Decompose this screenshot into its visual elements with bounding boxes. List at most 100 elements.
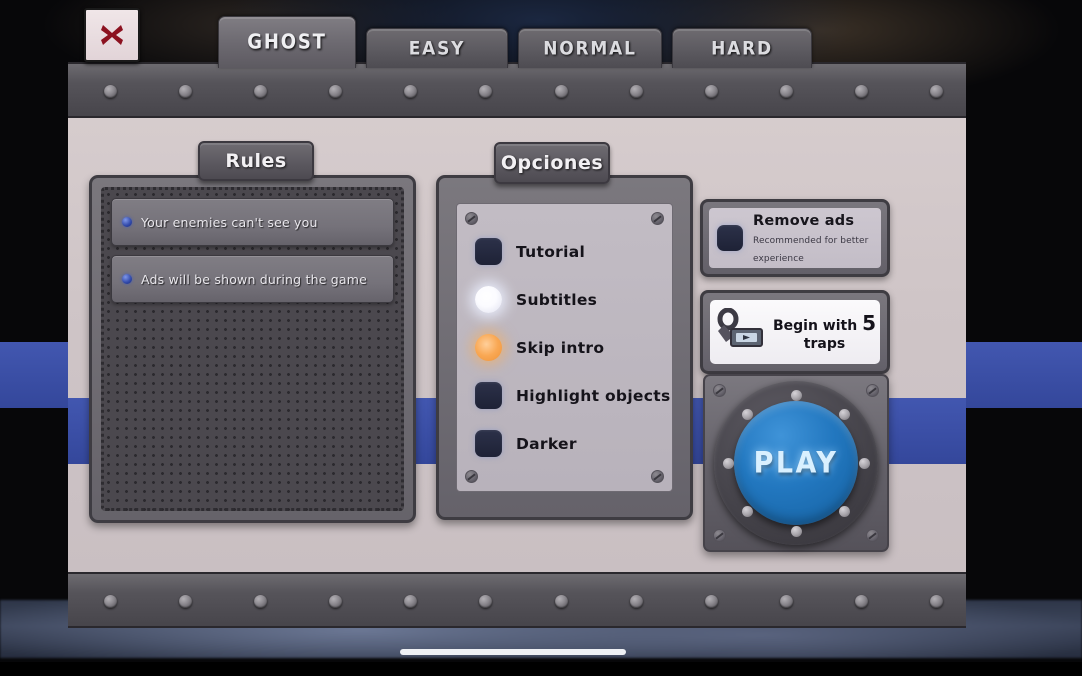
rules-mesh-background: Your enemies can't see you Ads will be s… [101,187,404,511]
play-button-label: PLAY [753,446,839,480]
tab-hard[interactable]: HARD [672,28,812,68]
option-row-skip-intro[interactable]: Skip intro [475,334,672,361]
options-inner-plate: Tutorial Subtitles Skip intro Highlight … [456,203,673,492]
rivet-icon [742,505,754,517]
remove-ads-text: Remove ads Recommended for better experi… [753,211,873,265]
rule-text: Ads will be shown during the game [141,271,368,287]
tab-ghost-label: GHOST [247,30,327,55]
tab-normal[interactable]: NORMAL [518,28,662,68]
tab-hard-label: HARD [711,37,773,60]
rivet-icon [104,595,117,608]
begin-with-traps-inner: Begin with 5 traps [710,300,880,364]
tab-easy-label: EASY [408,37,466,60]
toggle-subtitles[interactable] [475,286,502,313]
option-label-skip-intro: Skip intro [516,338,605,357]
screw-icon [465,470,478,483]
rivet-icon [404,595,418,608]
option-row-subtitles[interactable]: Subtitles [475,286,672,313]
option-row-darker[interactable]: Darker [475,430,672,457]
rivet-icon [790,525,802,537]
toggle-darker[interactable] [475,430,502,457]
rivet-icon [179,595,193,608]
rivet-icon [254,595,268,608]
rivet-icon [858,457,870,469]
rivet-icon [930,595,943,608]
rivet-icon [838,409,850,421]
tab-easy[interactable]: EASY [366,28,508,68]
rivet-icon [104,85,117,98]
rivet-icon [629,85,643,98]
rivet-icon [854,595,868,608]
close-button[interactable] [84,8,140,62]
difficulty-tab-bar: GHOST EASY NORMAL HARD [0,0,1082,68]
rivet-icon [554,595,568,608]
rule-item: Your enemies can't see you [111,198,394,246]
screw-icon [866,384,879,397]
traps-line1-prefix: Begin with [772,318,858,335]
screw-icon [713,384,726,397]
remove-ads-title: Remove ads [753,212,855,229]
letterbox-bottom [0,662,1082,676]
rivet-icon [704,85,718,98]
play-button[interactable]: PLAY [734,401,858,525]
play-button-housing: PLAY [703,374,889,552]
rivet-icon [479,85,493,98]
screw-icon [713,529,726,542]
option-label-tutorial: Tutorial [516,242,586,261]
rivet-icon [179,85,193,98]
rivet-icon [722,457,734,469]
option-label-darker: Darker [516,434,577,453]
rivet-bar-bottom [68,572,966,628]
begin-with-traps-button[interactable]: Begin with 5 traps [700,290,890,374]
rivet-icon [930,85,943,98]
rule-text: Your enemies can't see you [141,214,318,230]
options-title-plaque: Opciones [494,142,610,184]
rules-title-plaque: Rules [198,141,314,181]
bullet-icon [122,274,132,284]
rule-item: Ads will be shown during the game [111,255,394,303]
rivet-icon [779,595,793,608]
rivet-icon [254,85,268,98]
toggle-highlight-objects[interactable] [475,382,502,409]
screw-icon [866,529,879,542]
blue-stripe-right [966,342,1082,408]
option-row-highlight-objects[interactable]: Highlight objects [475,382,672,409]
options-title: Opciones [500,152,604,174]
screw-icon [651,470,664,483]
rivet-icon [838,505,850,517]
option-label-highlight-objects: Highlight objects [516,386,671,405]
remove-ads-subtitle: Recommended for better experience [753,236,869,265]
tab-normal-label: NORMAL [543,37,637,60]
option-row-tutorial[interactable]: Tutorial [475,238,672,265]
machine-panel: Rules Your enemies can't see you Ads wil… [68,62,966,628]
blue-stripe-left [0,342,68,408]
bear-trap-icon [714,307,766,356]
begin-with-traps-text: Begin with 5 traps [773,311,876,352]
rivet-icon [479,595,493,608]
screw-icon [651,212,664,225]
rivet-icon [704,595,718,608]
toggle-tutorial[interactable] [475,238,502,265]
traps-line2: traps [803,335,846,352]
options-panel: Tutorial Subtitles Skip intro Highlight … [436,175,693,520]
rules-panel: Your enemies can't see you Ads will be s… [89,175,416,523]
toggle-skip-intro[interactable] [475,334,502,361]
rivet-icon [779,85,793,98]
remove-ads-button[interactable]: Remove ads Recommended for better experi… [700,199,890,277]
rivet-icon [329,595,343,608]
screw-icon [465,212,478,225]
rivet-icon [404,85,418,98]
checkbox-remove-ads[interactable] [717,225,743,251]
play-button-ring: PLAY [714,381,878,545]
game-settings-screen: GHOST EASY NORMAL HARD Rules Your enemie… [0,0,1082,676]
remove-ads-inner: Remove ads Recommended for better experi… [709,208,881,268]
tab-ghost[interactable]: GHOST [218,16,356,68]
rivet-icon [629,595,643,608]
option-label-subtitles: Subtitles [516,290,598,309]
rules-title: Rules [225,150,287,172]
rivet-icon [790,389,802,401]
rivet-icon [329,85,343,98]
home-indicator [400,649,626,655]
rivet-icon [854,85,868,98]
close-x-icon [97,20,127,50]
